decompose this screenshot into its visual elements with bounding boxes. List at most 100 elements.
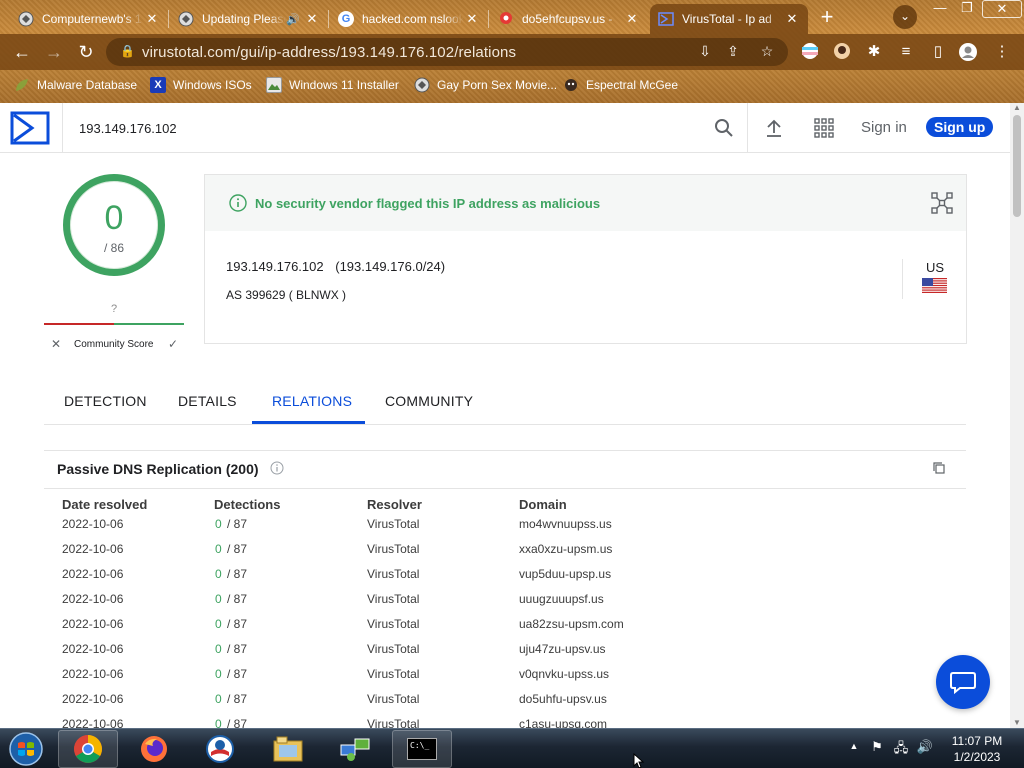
show-hidden-icons-arrow-icon[interactable]: ▲ <box>845 741 863 759</box>
tab-community[interactable]: COMMUNITY <box>385 393 473 409</box>
address-bar[interactable]: 🔒 virustotal.com/gui/ip-address/193.149.… <box>106 38 788 66</box>
graph-view-icon[interactable] <box>930 191 954 215</box>
chat-support-button[interactable] <box>936 655 990 709</box>
reload-button[interactable]: ↻ <box>74 40 98 64</box>
divider <box>44 488 966 489</box>
bookmark-malware-database[interactable]: Malware Database <box>14 76 137 94</box>
bookmark-label: Malware Database <box>37 78 138 92</box>
vote-harmless-icon[interactable]: ✓ <box>168 337 178 351</box>
start-button[interactable] <box>6 731 46 767</box>
chat-bubble-icon <box>950 672 976 695</box>
clock-date: 1/2/2023 <box>953 750 1001 764</box>
taskbar-command-prompt[interactable]: C:\_ <box>392 730 452 768</box>
virustotal-icon <box>658 11 674 27</box>
system-clock[interactable]: 11:07 PM 1/2/2023 <box>940 733 1014 765</box>
resolver-cell: VirusTotal <box>367 542 420 556</box>
taskbar-file-explorer[interactable] <box>258 730 318 768</box>
side-panel-icon[interactable]: ▯ <box>928 42 948 62</box>
bookmark-windows-11-installer[interactable]: Windows 11 Installer <box>266 76 399 94</box>
volume-icon[interactable]: 🔊 <box>916 739 934 757</box>
profile-avatar-icon[interactable] <box>958 42 978 62</box>
close-icon[interactable]: ✕ <box>144 11 160 27</box>
tab-details[interactable]: DETAILS <box>178 393 237 409</box>
vm-icon <box>178 11 194 27</box>
tab-virustotal[interactable]: VirusTotal - Ip ad ✕ <box>650 4 808 34</box>
media-control-icon[interactable]: ≡ <box>896 42 916 62</box>
new-tab-button[interactable]: + <box>815 6 839 30</box>
scroll-up-arrow-icon[interactable]: ▲ <box>1012 103 1022 113</box>
sign-in-link[interactable]: Sign in <box>861 119 907 136</box>
search-bar[interactable]: 193.149.176.102 <box>62 103 748 153</box>
taskbar-chrome[interactable] <box>58 730 118 768</box>
tab-search-button[interactable]: ⌄ <box>893 5 917 29</box>
close-icon[interactable]: ✕ <box>464 11 480 27</box>
minimize-button[interactable]: — <box>926 0 954 18</box>
tab-relations[interactable]: RELATIONS <box>272 393 352 409</box>
community-score-value: ? <box>110 303 118 315</box>
close-icon[interactable]: ✕ <box>784 11 800 27</box>
detections-total: / 87 <box>227 617 248 631</box>
scrollbar-thumb[interactable] <box>1013 115 1021 217</box>
bookmark-espectral-mcgee[interactable]: Espectral McGee <box>563 76 678 94</box>
avatar-extension-icon[interactable] <box>832 42 852 62</box>
extensions-puzzle-icon[interactable]: ✱ <box>864 42 884 62</box>
close-icon[interactable]: ✕ <box>304 11 320 27</box>
apps-grid-icon[interactable] <box>813 117 835 139</box>
column-header-resolver: Resolver <box>367 497 422 512</box>
domain-link[interactable]: c1asu-upsq.com <box>519 717 607 728</box>
domain-link[interactable]: vup5duu-upsp.us <box>519 567 611 581</box>
page-scrollbar[interactable]: ▲ ▼ <box>1010 103 1024 728</box>
bookmark-windows-isos[interactable]: X Windows ISOs <box>150 76 252 94</box>
detections-count: 0 <box>215 642 222 656</box>
date-cell: 2022-10-06 <box>62 667 124 681</box>
bookmark-vm-link[interactable]: Gay Porn Sex Movie... <box>414 76 557 94</box>
tab-detection[interactable]: DETECTION <box>64 393 147 409</box>
domain-link[interactable]: mo4wvnuupss.us <box>519 517 612 531</box>
info-icon[interactable] <box>270 461 284 475</box>
domain-link[interactable]: uju47zu-upsv.us <box>519 642 606 656</box>
install-app-icon[interactable]: ⇩ <box>696 43 714 61</box>
domain-link[interactable]: ua82zsu-upsm.com <box>519 617 624 631</box>
taskbar-firefox[interactable] <box>124 730 184 768</box>
maximize-button[interactable]: ❐ <box>953 0 981 18</box>
community-score-bar <box>44 323 184 325</box>
speaker-icon[interactable]: 🔊 <box>286 13 300 26</box>
vote-malicious-icon[interactable]: ✕ <box>51 337 61 351</box>
lock-icon[interactable]: 🔒 <box>120 44 135 58</box>
browser-menu-icon[interactable]: ⋮ <box>992 42 1012 62</box>
back-button[interactable]: ← <box>10 40 34 64</box>
community-score-label: Community Score <box>74 339 154 350</box>
action-center-flag-icon[interactable]: ⚑ <box>868 739 886 757</box>
table-row: 2022-10-06 0 / 87 VirusTotal xxa0xzu-ups… <box>44 542 966 567</box>
window-close-button[interactable]: ✕ <box>982 0 1022 18</box>
taskbar-network-app[interactable] <box>325 730 385 768</box>
date-cell: 2022-10-06 <box>62 567 124 581</box>
search-icon[interactable] <box>713 117 735 139</box>
ip-address-line: 193.149.176.102 (193.149.176.0/24) <box>226 259 445 274</box>
bookmark-star-icon[interactable]: ☆ <box>758 43 776 61</box>
network-status-icon[interactable]: 🖧 <box>892 739 910 757</box>
domain-link[interactable]: do5uhfu-upsv.us <box>519 692 607 706</box>
tab-updating[interactable]: Updating Please 🔊 ✕ <box>170 4 328 34</box>
passive-dns-panel: Passive DNS Replication (200) Date resol… <box>44 450 966 728</box>
tab-do5ehfcupsv[interactable]: do5ehfcupsv.us - ✕ <box>490 4 648 34</box>
share-icon[interactable]: ⇪ <box>724 43 742 61</box>
tab-computernewb[interactable]: Computernewb's 1 ✕ <box>10 4 168 34</box>
sign-up-button[interactable]: Sign up <box>926 117 994 137</box>
detections-count: 0 <box>215 667 222 681</box>
detections-count: 0 <box>215 542 222 556</box>
scroll-down-arrow-icon[interactable]: ▼ <box>1012 718 1022 728</box>
search-input[interactable]: 193.149.176.102 <box>79 121 177 136</box>
profile-flag-icon[interactable] <box>800 42 820 62</box>
domain-link[interactable]: xxa0xzu-upsm.us <box>519 542 612 556</box>
forward-button[interactable]: → <box>42 40 66 64</box>
taskbar-obama-app[interactable] <box>190 730 250 768</box>
url-text[interactable]: virustotal.com/gui/ip-address/193.149.17… <box>142 44 516 61</box>
virustotal-logo[interactable] <box>10 111 50 145</box>
copy-icon[interactable] <box>932 461 946 475</box>
tab-hacked-nslookup[interactable]: G hacked.com nslook ✕ <box>330 4 488 34</box>
upload-icon[interactable] <box>763 117 785 139</box>
domain-link[interactable]: v0qnvku-upss.us <box>519 667 609 681</box>
close-icon[interactable]: ✕ <box>624 11 640 27</box>
domain-link[interactable]: uuugzuuupsf.us <box>519 592 604 606</box>
